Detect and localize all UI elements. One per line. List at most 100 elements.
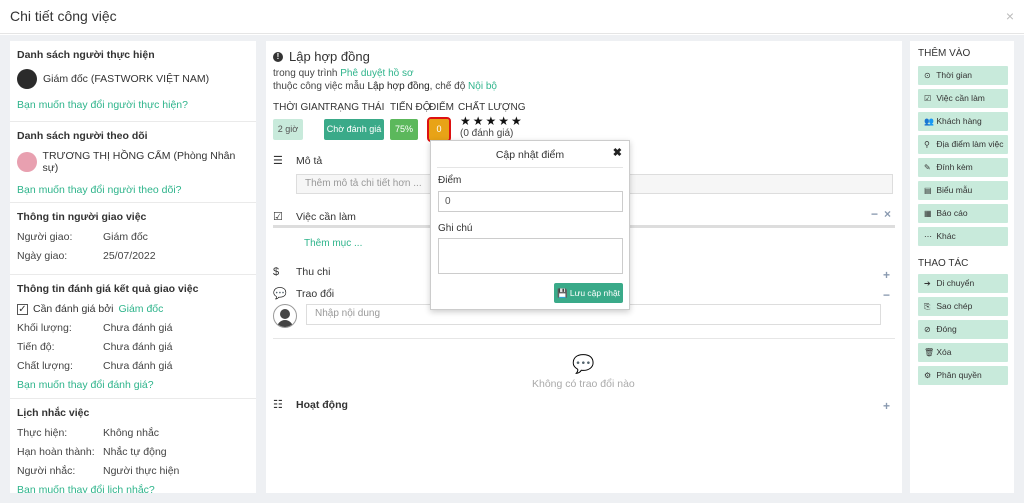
users-icon: 👥 xyxy=(924,117,934,126)
check-by[interactable]: Giám đốc xyxy=(118,303,163,315)
follower-name: TRƯƠNG THỊ HỒNG CẨM (Phòng Nhân sự) xyxy=(42,150,236,174)
dollar-icon: $ xyxy=(273,266,280,278)
follower-row: TRƯƠNG THỊ HỒNG CẨM (Phòng Nhân sự) xyxy=(17,150,249,174)
kv-value: Chưa đánh giá xyxy=(103,360,173,372)
kv-row: Hạn hoàn thành: Nhắc tự động xyxy=(17,446,249,458)
progress-chip[interactable]: 75% xyxy=(390,119,418,140)
add-other-button[interactable]: ⋯ Khác xyxy=(918,227,1008,246)
clock-icon: ⊙ xyxy=(924,71,931,80)
kv-value: Chưa đánh giá xyxy=(103,341,173,353)
avatar xyxy=(17,152,37,172)
avatar xyxy=(17,69,37,89)
button-label: Khác xyxy=(936,231,956,241)
add-checklist-button[interactable]: ☑ Việc cần làm xyxy=(918,89,1008,108)
task-title: ! Lập hợp đồng xyxy=(273,49,370,64)
window-title: Chi tiết công việc xyxy=(10,8,117,24)
save-label: Lưu cập nhật xyxy=(569,288,621,298)
mode-prefix: , chế độ xyxy=(429,81,466,92)
mode-link[interactable]: Nội bộ xyxy=(468,81,497,92)
change-assignee-link[interactable]: Bạn muốn thay đổi người thực hiện? xyxy=(17,99,249,111)
kv-value: Chưa đánh giá xyxy=(103,322,173,334)
move-button[interactable]: ➔ Di chuyển xyxy=(918,274,1008,293)
button-label: Thời gian xyxy=(936,70,973,80)
note-field[interactable] xyxy=(438,238,623,274)
expense-row: $ Thu chi xyxy=(273,266,330,278)
button-label: Phân quyền xyxy=(936,370,982,380)
close-task-button[interactable]: ⊘ Đóng xyxy=(918,320,1008,339)
add-customer-button[interactable]: 👥 Khách hàng xyxy=(918,112,1008,131)
window-titlebar: Chi tiết công việc × xyxy=(0,0,1024,34)
copy-button[interactable]: ⎘ Sao chép xyxy=(918,297,1008,316)
button-label: Biểu mẫu xyxy=(936,185,973,195)
discussion-label: Trao đổi xyxy=(296,287,335,300)
kv-value: Nhắc tự động xyxy=(103,446,167,458)
check-label: Cần đánh giá bởi xyxy=(33,303,114,315)
activity-row: ☷ Hoạt động xyxy=(273,398,348,412)
info-icon: ! xyxy=(273,51,283,62)
collapse-discussion-icon[interactable]: − xyxy=(883,288,890,302)
close-icon[interactable]: × xyxy=(1006,8,1014,24)
close-icon[interactable]: × xyxy=(884,207,891,221)
add-attachment-button[interactable]: ✎ Đính kèm xyxy=(918,158,1008,177)
rating-count: (0 đánh giá) xyxy=(460,128,514,139)
reminders-heading: Lịch nhắc việc xyxy=(17,407,90,419)
trash-icon: 🗑 xyxy=(924,348,935,357)
kv-value: Người thực hiện xyxy=(103,465,180,477)
kv-row: Khối lượng: Chưa đánh giá xyxy=(17,322,249,334)
checkbox[interactable]: ✓ xyxy=(17,303,28,315)
score-field[interactable]: 0 xyxy=(438,191,623,212)
avatar xyxy=(273,304,297,328)
change-evaluation-link[interactable]: Bạn muốn thay đổi đánh giá? xyxy=(17,379,249,391)
permissions-button[interactable]: ⚙ Phân quyền xyxy=(918,366,1008,385)
status-chip[interactable]: Chờ đánh giá xyxy=(324,119,384,140)
button-label: Đóng xyxy=(936,324,957,334)
report-icon: ▦ xyxy=(924,209,932,218)
button-label: Đính kèm xyxy=(936,162,973,172)
save-button[interactable]: 💾 Lưu cập nhật xyxy=(554,283,623,303)
actions-heading: THAO TÁC xyxy=(918,258,969,269)
evaluation-check-row: ✓ Cần đánh giá bởi Giám đốc xyxy=(17,303,249,315)
comments-icon: 💬 xyxy=(273,288,287,300)
add-expense-icon[interactable]: + xyxy=(883,268,890,282)
close-icon[interactable]: ✖ xyxy=(613,146,622,159)
expense-label: Thu chi xyxy=(296,266,331,278)
time-chip[interactable]: 2 giờ xyxy=(273,119,303,140)
change-follower-link[interactable]: Bạn muốn thay đổi người theo dõi? xyxy=(17,184,249,196)
delete-button[interactable]: 🗑 Xóa xyxy=(918,343,1008,362)
score-chip[interactable]: 0 xyxy=(427,117,451,142)
kv-key: Thực hiện: xyxy=(17,427,68,439)
button-label: Việc cần làm xyxy=(936,93,985,103)
add-time-button[interactable]: ⊙ Thời gian xyxy=(918,66,1008,85)
assigner-section: Thông tin người giao việc Người giao: Gi… xyxy=(10,203,256,275)
quality-stars-icon[interactable]: ★★★★★ xyxy=(460,114,524,128)
change-reminder-link[interactable]: Bạn muốn thay đổi lịch nhắc? xyxy=(17,484,249,493)
add-form-button[interactable]: ▤ Biểu mẫu xyxy=(918,181,1008,200)
collapse-icon[interactable]: − xyxy=(871,207,878,221)
kv-row: Người giao: Giám đốc xyxy=(17,231,249,243)
kv-row: Tiến độ: Chưa đánh giá xyxy=(17,341,249,353)
progress-label: TIẾN ĐỘ xyxy=(390,102,431,113)
kv-value: 25/07/2022 xyxy=(103,250,156,262)
button-label: Địa điểm làm việc xyxy=(936,139,1004,149)
evaluation-section: Thông tin đánh giá kết quả giao việc ✓ C… xyxy=(10,275,256,399)
assignees-section: Danh sách người thực hiện Giám đốc (FAST… xyxy=(10,41,256,122)
add-checklist-item[interactable]: Thêm mục ... xyxy=(304,238,362,249)
kv-key: Khối lượng: xyxy=(17,322,72,334)
score-field-label: Điểm xyxy=(438,175,462,186)
button-label: Báo cáo xyxy=(936,208,968,218)
time-label: THỜI GIAN xyxy=(273,102,325,113)
kv-value: Giám đốc xyxy=(103,231,148,243)
kv-key: Tiến độ: xyxy=(17,341,55,353)
followers-heading: Danh sách người theo dõi xyxy=(17,130,148,142)
score-label: ĐIỂM xyxy=(429,102,454,113)
add-heading: THÊM VÀO xyxy=(918,48,971,59)
process-link[interactable]: Phê duyệt hồ sơ xyxy=(340,68,413,79)
description-label: Mô tả xyxy=(296,154,323,167)
activity-label: Hoạt động xyxy=(296,398,348,411)
right-panel: THÊM VÀO ⊙ Thời gian ☑ Việc cần làm 👥 Kh… xyxy=(910,41,1014,493)
popup-title: Cập nhật điểm xyxy=(495,149,565,161)
add-location-button[interactable]: ⚲ Địa điểm làm việc xyxy=(918,135,1008,154)
add-activity-icon[interactable]: + xyxy=(883,399,890,413)
button-label: Sao chép xyxy=(936,301,973,311)
add-report-button[interactable]: ▦ Báo cáo xyxy=(918,204,1008,223)
